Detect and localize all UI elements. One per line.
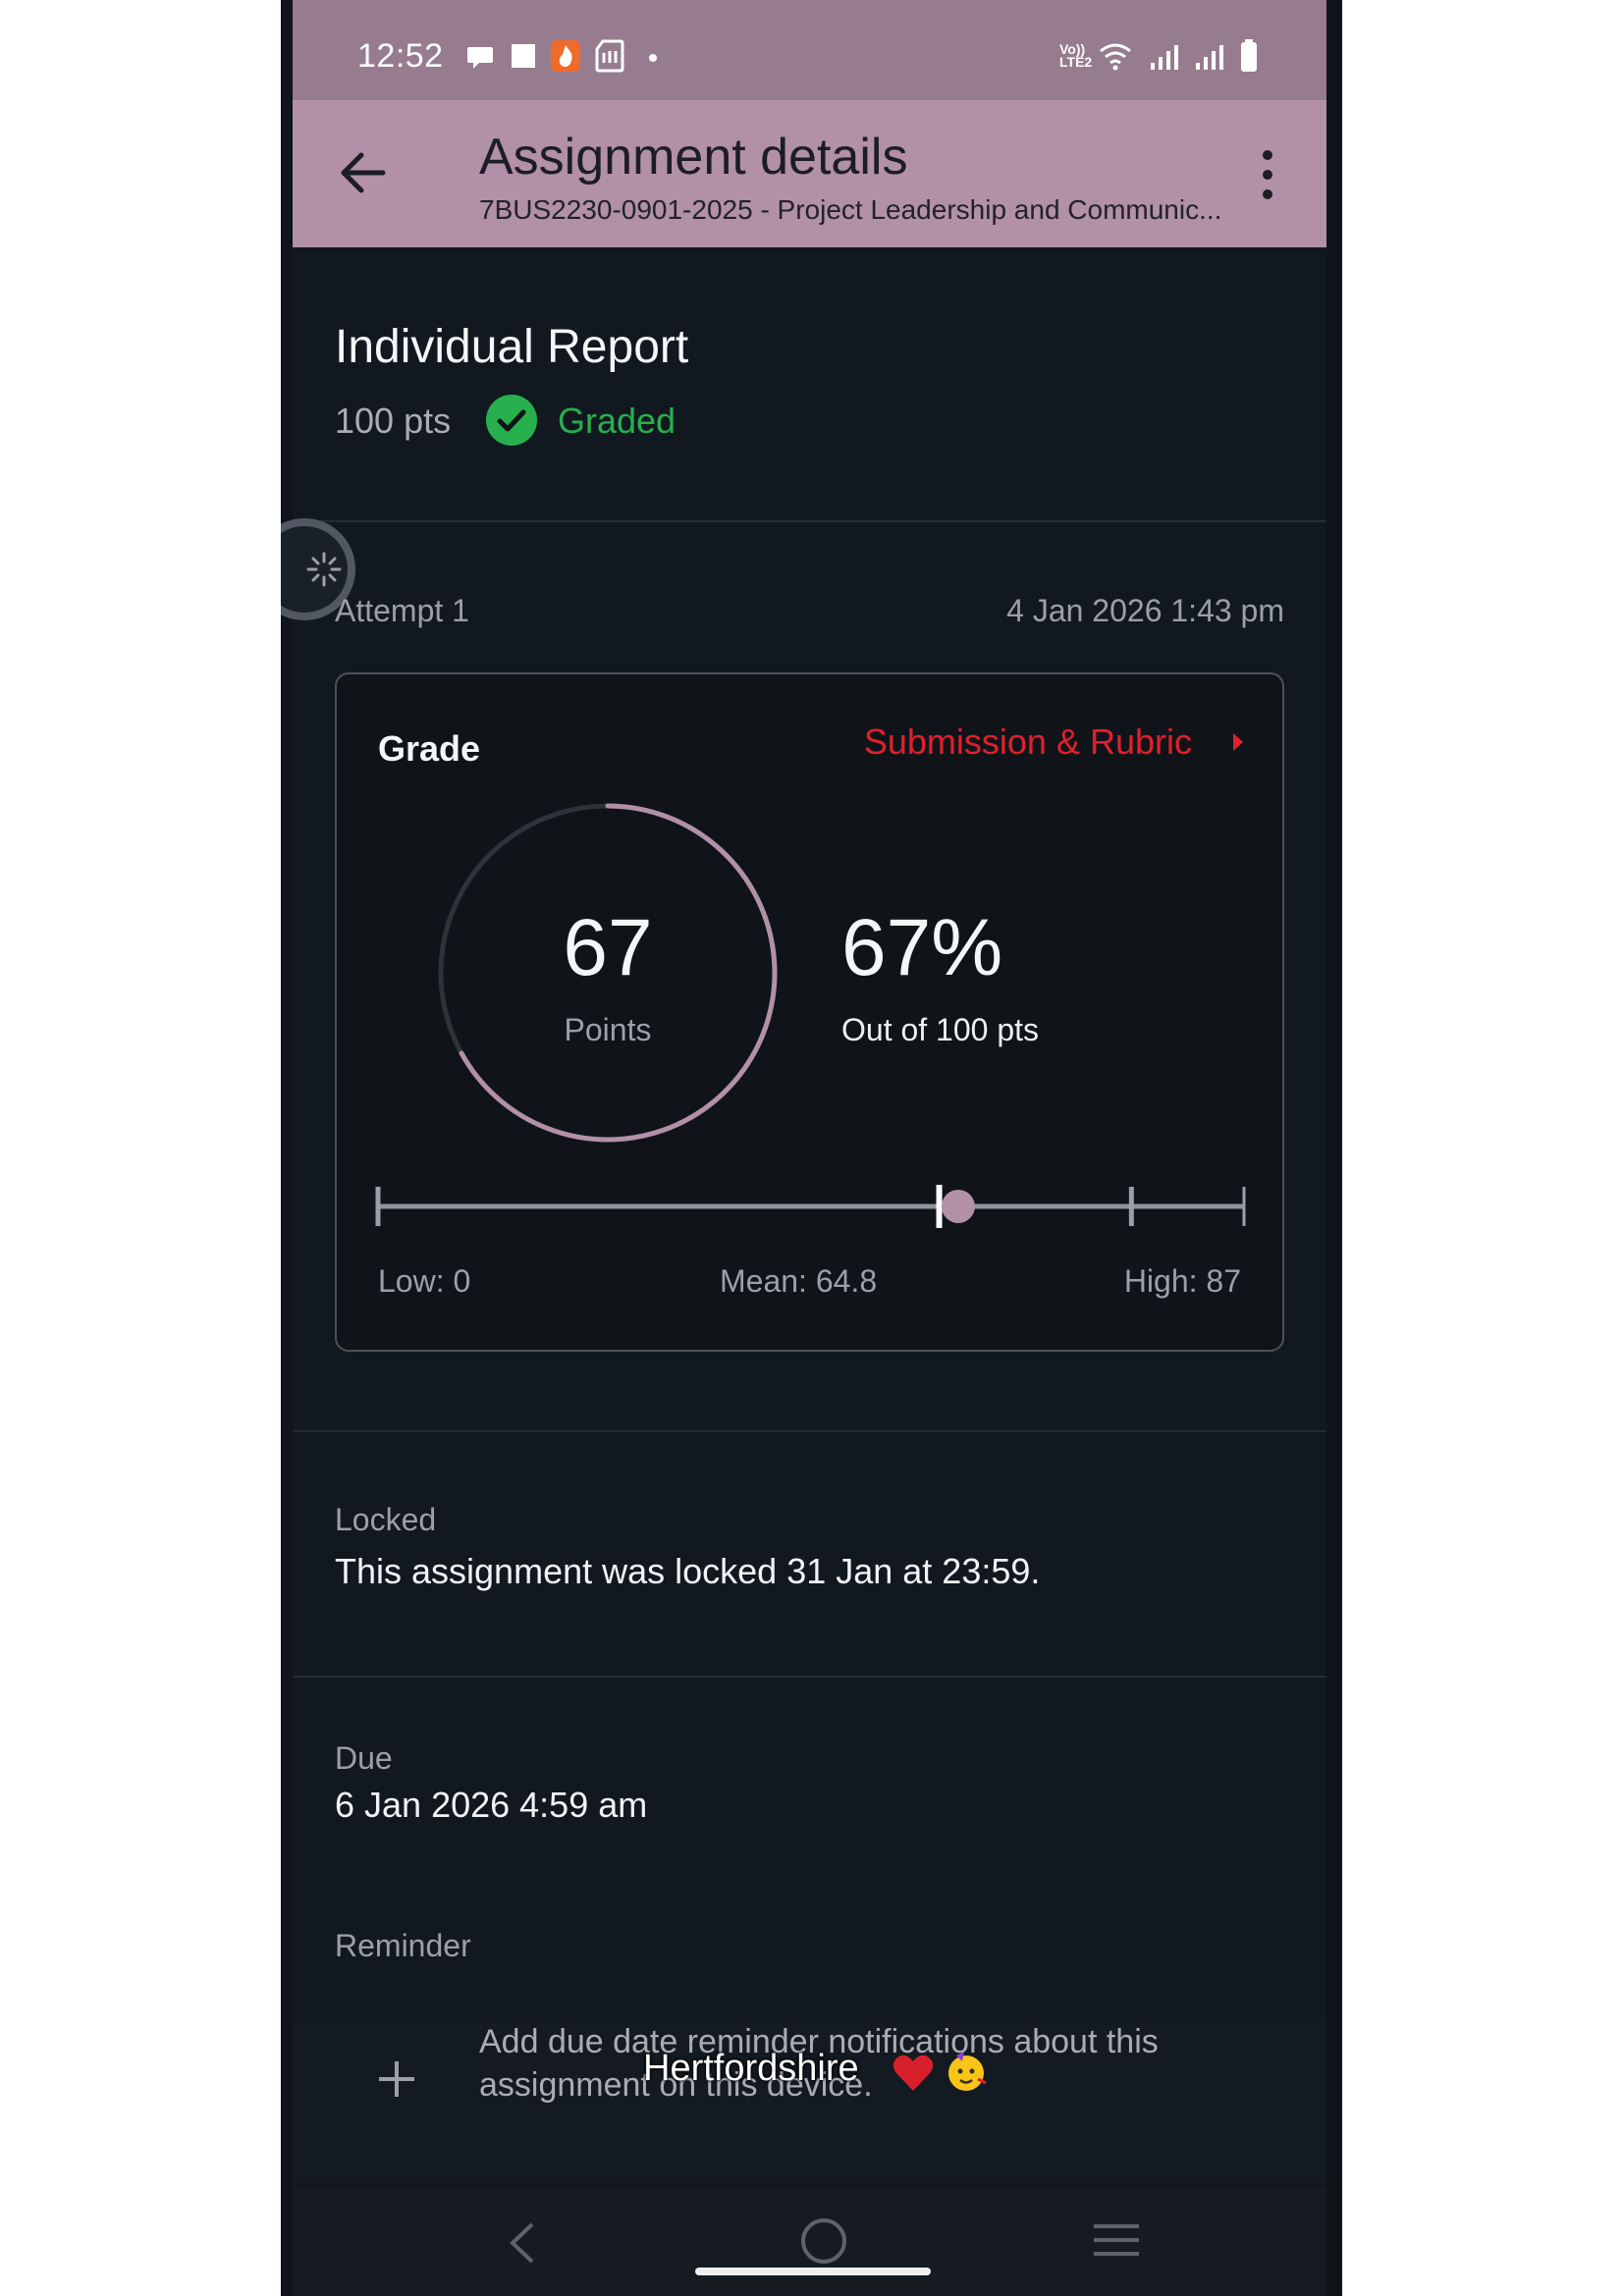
status-right-icons: Vo)) LTE2 [1059, 0, 1275, 100]
add-reminder-button[interactable]: Add due date reminder notifications abou… [293, 2020, 1326, 2181]
reminder-label: Reminder [335, 1928, 471, 1963]
signal-1-icon [1151, 45, 1178, 70]
locked-label: Locked [335, 1502, 437, 1537]
divider [293, 520, 1326, 522]
sparkle-icon [306, 552, 342, 587]
chevron-right-icon [1233, 733, 1243, 751]
due-label: Due [335, 1740, 393, 1776]
phone-screen: 12:52 Vo)) LTE2 Assignment details 7BUS2… [281, 0, 1342, 2296]
wifi-icon [1100, 43, 1131, 71]
more-vert-icon[interactable] [1248, 145, 1287, 204]
chat-bubble-icon [467, 47, 493, 69]
low-label: Low: 0 [378, 1263, 471, 1299]
app-bar: Assignment details 7BUS2230-0901-2025 - … [293, 100, 1326, 247]
sd-card-icon [595, 39, 624, 73]
caption-overlay: Hertfordshire [643, 2048, 859, 2089]
signal-2-icon [1196, 45, 1223, 70]
square-icon [512, 44, 535, 68]
score-marker [941, 1190, 975, 1223]
app-window: 12:52 Vo)) LTE2 Assignment details 7BUS2… [281, 0, 1326, 2296]
score-percent: 67% [841, 903, 1003, 992]
divider [293, 1676, 1326, 1678]
nav-recents-icon[interactable] [1092, 2220, 1141, 2260]
check-circle-icon [486, 395, 537, 446]
party-face-emoji-icon [948, 2052, 987, 2091]
plus-icon [379, 2061, 414, 2097]
locked-message: This assignment was locked 31 Jan at 23:… [335, 1551, 1041, 1591]
attempt-label: Attempt 1 [335, 593, 469, 628]
flame-app-icon [551, 40, 580, 72]
course-subtitle: 7BUS2230-0901-2025 - Project Leadership … [479, 194, 1222, 225]
divider [293, 1430, 1326, 1432]
assignment-title: Individual Report [335, 321, 689, 373]
submission-rubric-label: Submission & Rubric [863, 721, 1192, 762]
attempt-date: 4 Jan 2026 1:43 pm [1006, 593, 1284, 628]
back-arrow-icon[interactable] [332, 141, 395, 204]
graded-status: Graded [558, 400, 676, 441]
status-bar: 12:52 Vo)) LTE2 [293, 0, 1326, 100]
high-label: High: 87 [1123, 1263, 1241, 1299]
battery-icon [1241, 39, 1257, 72]
score-points: 67 [563, 903, 653, 992]
submission-rubric-link[interactable]: Submission & Rubric [864, 721, 1245, 763]
gesture-pill[interactable] [695, 2268, 931, 2275]
dot-icon [649, 54, 657, 62]
nav-back-icon[interactable] [503, 2218, 542, 2268]
heart-emoji-icon [893, 2055, 934, 2091]
grade-card: Grade Submission & Rubric 67 Points 67% … [335, 672, 1284, 1352]
mean-label: Mean: 64.8 [720, 1263, 878, 1299]
score-points-label: Points [564, 1012, 652, 1047]
points-possible: 100 pts [335, 400, 452, 441]
score-out-of: Out of 100 pts [841, 1012, 1040, 1047]
due-date: 6 Jan 2026 4:59 am [335, 1785, 648, 1825]
system-nav-bar [293, 2187, 1326, 2296]
status-time: 12:52 [357, 37, 444, 75]
grade-distribution-bar [375, 1185, 1246, 1228]
volte-icon: Vo)) LTE2 [1059, 41, 1093, 70]
grade-heading: Grade [378, 728, 481, 769]
page-title: Assignment details [479, 129, 908, 186]
nav-home-icon[interactable] [799, 2216, 848, 2266]
